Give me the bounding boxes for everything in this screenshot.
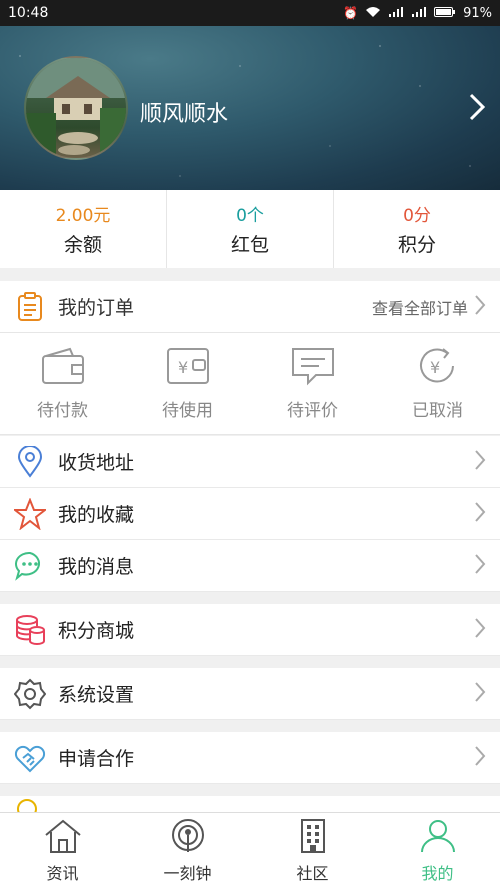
coins-icon [14,614,46,646]
menu-item-favorites[interactable]: 我的收藏 [0,488,500,540]
broadcast-icon [168,818,208,858]
gear-icon [14,678,46,710]
tab-label: 资讯 [46,863,79,883]
stat-value: 0个 [236,206,264,226]
location-icon [14,445,46,478]
tab-label: 我的 [421,863,454,883]
menu-item-address[interactable]: 收货地址 [0,436,500,488]
menu-item-messages[interactable]: 我的消息 [0,540,500,592]
chevron-right-icon[interactable] [468,92,486,126]
orders-title: 我的订单 [58,297,135,319]
signal-icon [388,6,404,21]
chevron-right-icon [474,553,486,579]
order-status-cancelled[interactable]: ¥ 已取消 [375,333,500,434]
orders-header[interactable]: 我的订单 查看全部订单 [0,281,500,333]
view-all-orders-link[interactable]: 查看全部订单 [372,295,468,319]
menu-item-label: 我的消息 [58,556,135,578]
menu-item-label: 系统设置 [58,684,135,706]
message-icon [14,550,46,582]
clipboard-icon [14,291,46,323]
tab-me[interactable]: 我的 [375,813,500,888]
comment-icon [290,346,336,390]
person-icon [418,818,458,858]
menu-item-label: 申请合作 [58,748,135,770]
stat-red-packet[interactable]: 0个 红包 [167,190,334,268]
star-icon [14,497,46,530]
tab-community[interactable]: 社区 [250,813,375,888]
order-status-label: 待评价 [287,401,338,421]
alarm-icon: ⏰ [343,6,359,20]
username[interactable]: 顺风顺水 [140,96,228,128]
account-stats: 2.00元 余额 0个 红包 0分 积分 [0,190,500,268]
order-status-to-review[interactable]: 待评价 [250,333,375,434]
chevron-right-icon [474,681,486,707]
profile-header[interactable]: 顺风顺水 [0,26,500,190]
menu-item-settings[interactable]: 系统设置 [0,668,500,720]
tab-label: 社区 [296,863,329,883]
home-icon [43,818,83,858]
handshake-icon [14,742,46,774]
stat-value: 0分 [403,206,431,226]
order-status-to-use[interactable]: ¥ 待使用 [125,333,250,434]
order-status-pending-payment[interactable]: 待付款 [0,333,125,434]
stat-points[interactable]: 0分 积分 [334,190,500,268]
menu-item-points-mall[interactable]: 积分商城 [0,604,500,656]
voucher-icon: ¥ [165,346,211,390]
chevron-right-icon [474,449,486,475]
tab-news[interactable]: 资讯 [0,813,125,888]
tab-label: 一刻钟 [163,863,212,883]
chevron-right-icon [474,617,486,643]
battery-icon [434,6,456,21]
stat-label: 余额 [63,234,102,256]
order-status-label: 待使用 [162,401,213,421]
status-icons: ⏰ 91% [343,6,492,21]
stat-value: 2.00元 [55,206,111,226]
status-bar: 10:48 ⏰ 91% [0,0,500,26]
status-time: 10:48 [8,5,49,21]
order-status-label: 待付款 [37,401,88,421]
refund-icon: ¥ [415,346,461,390]
avatar[interactable] [24,56,128,160]
menu-item-label: 收货地址 [58,452,135,474]
chevron-right-icon [474,501,486,527]
stat-label: 积分 [397,234,436,256]
svg-text:¥: ¥ [430,358,440,377]
tab-quarter-hour[interactable]: 一刻钟 [125,813,250,888]
stat-label: 红包 [230,234,269,256]
bottom-tab-bar: 资讯 一刻钟 社区 我的 [0,812,500,888]
chevron-right-icon [474,745,486,771]
menu-item-cooperation[interactable]: 申请合作 [0,732,500,784]
svg-text:¥: ¥ [178,358,188,377]
wifi-icon [365,6,381,21]
order-status-label: 已取消 [412,401,463,421]
menu-item-label: 我的收藏 [58,504,135,526]
battery-level: 91% [463,5,492,21]
building-icon [293,818,333,858]
signal-icon [411,6,427,21]
order-status-row: 待付款 ¥ 待使用 待评价 ¥ 已取消 [0,333,500,435]
wallet-icon [40,346,86,390]
chevron-right-icon [474,294,486,320]
stat-balance[interactable]: 2.00元 余额 [0,190,167,268]
menu-item-label: 积分商城 [58,620,135,642]
